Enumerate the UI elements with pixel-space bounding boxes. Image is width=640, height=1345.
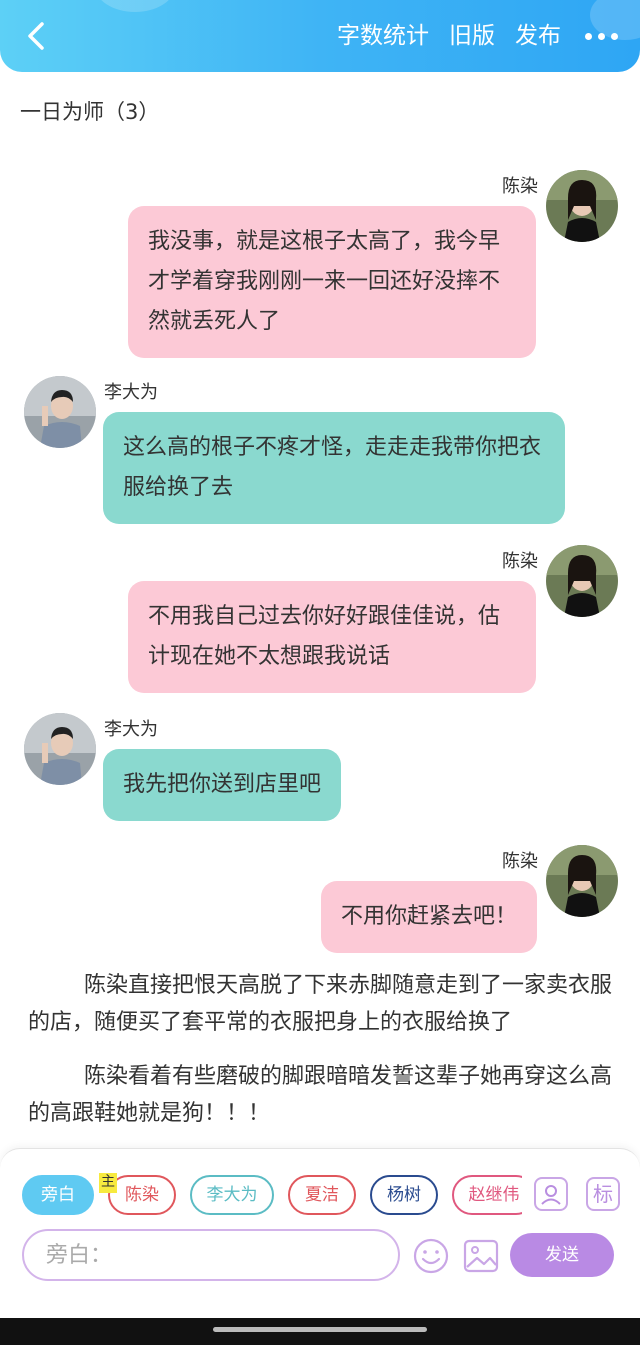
- speaker-name: 陈染: [502, 551, 538, 572]
- image-icon-glyph: [463, 1239, 499, 1273]
- avatar-chenran[interactable]: [546, 170, 618, 242]
- header-actions: 字数统计 旧版 发布: [337, 20, 622, 52]
- role-chip-zhaojiwei[interactable]: 赵继伟: [452, 1175, 522, 1215]
- message-bubble: 不用我自己过去你好好跟佳佳说，估计现在她不太想跟我说话: [128, 581, 536, 693]
- avatar-male-icon: [24, 376, 96, 448]
- smiley-icon[interactable]: [412, 1237, 450, 1275]
- smiley-icon-glyph: [413, 1238, 449, 1274]
- publish-button[interactable]: 发布: [515, 20, 561, 52]
- avatar-male-icon: [24, 713, 96, 785]
- role-chip-yangshu[interactable]: 杨树: [370, 1175, 438, 1215]
- avatar-lidawei[interactable]: [24, 376, 96, 448]
- avatar-chenran[interactable]: [546, 845, 618, 917]
- mark-button[interactable]: 标: [586, 1177, 620, 1211]
- role-chip-chenran[interactable]: 陈染: [108, 1175, 176, 1215]
- message-bubble: 这么高的根子不疼才怪，走走走我带你把衣服给换了去: [103, 412, 565, 524]
- image-icon[interactable]: [462, 1237, 500, 1275]
- more-dots-icon[interactable]: [581, 20, 622, 52]
- old-version-button[interactable]: 旧版: [449, 20, 495, 52]
- chat-editor-page: 字数统计 旧版 发布 一日为师（3） 陈染 我没事，就是这根子太高了，我今早才学…: [0, 0, 640, 1345]
- speaker-name: 陈染: [502, 851, 538, 872]
- narration-paragraph: 陈染直接把恨天高脱了下来赤脚随意走到了一家卖衣服的店，随便买了套平常的衣服把身上…: [28, 973, 613, 1035]
- avatar-chenran[interactable]: [546, 545, 618, 617]
- avatar-female-icon: [546, 545, 618, 617]
- composer-panel: 旁白 陈染 主 李大为 夏洁 杨树 赵继伟 标 旁白： 发送: [0, 1148, 640, 1318]
- role-chip-narrator[interactable]: 旁白: [22, 1175, 94, 1215]
- message-bubble: 我没事，就是这根子太高了，我今早才学着穿我刚刚一来一回还好没摔不然就丢死人了: [128, 206, 536, 358]
- message-bubble: 不用你赶紧去吧！: [321, 881, 537, 953]
- avatar-lidawei[interactable]: [24, 713, 96, 785]
- system-nav-bar: [0, 1318, 640, 1345]
- home-indicator[interactable]: [213, 1327, 427, 1332]
- speaker-name: 陈染: [502, 176, 538, 197]
- role-chip-lidawei[interactable]: 李大为: [190, 1175, 274, 1215]
- main-role-badge: 主: [99, 1173, 117, 1193]
- message-input[interactable]: [22, 1229, 400, 1281]
- person-card-icon[interactable]: [534, 1177, 568, 1211]
- avatar-female-icon: [546, 845, 618, 917]
- speaker-name: 李大为: [104, 719, 158, 740]
- role-chip-xiajie[interactable]: 夏洁: [288, 1175, 356, 1215]
- top-app-bar: 字数统计 旧版 发布: [0, 0, 640, 72]
- header-decoration: [95, 0, 175, 12]
- chevron-left-icon: [28, 22, 44, 50]
- message-input-field[interactable]: [46, 1231, 376, 1279]
- back-button[interactable]: [18, 18, 54, 54]
- narration-paragraph: 陈染看着有些磨破的脚跟暗暗发誓这辈子她再穿这么高的高跟鞋她就是狗！！！: [28, 1064, 613, 1126]
- person-card-icon-glyph: [541, 1185, 561, 1205]
- send-button[interactable]: 发送: [510, 1233, 614, 1277]
- chapter-title: 一日为师（3）: [20, 100, 160, 124]
- avatar-female-icon: [546, 170, 618, 242]
- message-bubble: 我先把你送到店里吧: [103, 749, 341, 821]
- role-selector: 旁白 陈染 主 李大为 夏洁 杨树 赵继伟: [22, 1173, 522, 1217]
- speaker-name: 李大为: [104, 382, 158, 403]
- word-count-button[interactable]: 字数统计: [337, 20, 429, 52]
